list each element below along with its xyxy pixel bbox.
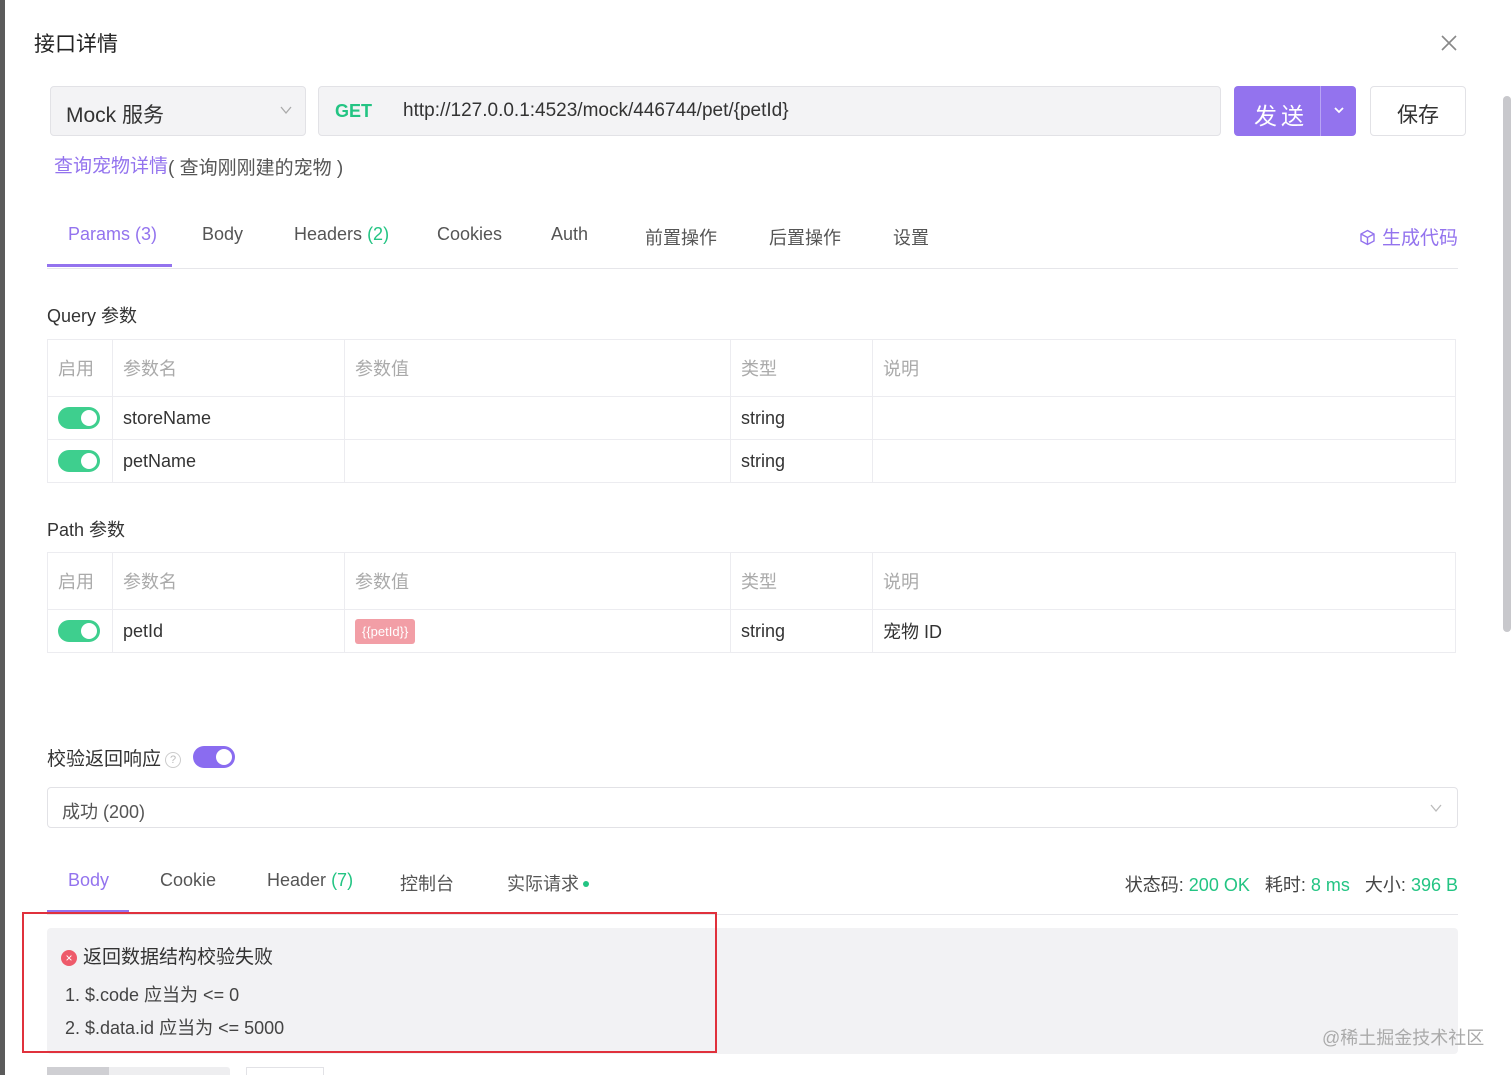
service-select[interactable]: Mock 服务 xyxy=(50,86,306,136)
tab-post-operations[interactable]: 后置操作 xyxy=(769,224,841,250)
column-header: 参数名 xyxy=(112,552,345,610)
window-edge xyxy=(0,0,5,1075)
tab-pre-operations[interactable]: 前置操作 xyxy=(645,224,717,250)
tab-actual-request[interactable]: 实际请求 xyxy=(507,870,589,896)
url-input[interactable]: GET http://127.0.0.1:4523/mock/446744/pe… xyxy=(318,86,1221,136)
query-params-table: 启用 参数名 参数值 类型 说明 storeName string petNam… xyxy=(47,339,1456,483)
dialog-title: 接口详情 xyxy=(34,33,118,56)
response-status: 状态码: 200 OK 耗时: 8 ms 大小: 396 B xyxy=(1124,875,1458,895)
close-icon[interactable] xyxy=(1436,30,1462,56)
response-select-value: 成功 (200) xyxy=(62,802,146,822)
status-code: 200 OK xyxy=(1188,875,1250,895)
param-value-cell[interactable]: {{petId}} xyxy=(344,609,731,653)
chevron-down-icon xyxy=(279,103,293,122)
param-value[interactable] xyxy=(344,396,731,440)
column-header: 说明 xyxy=(872,339,1456,397)
variable-tag: {{petId}} xyxy=(355,618,416,644)
enable-toggle[interactable] xyxy=(58,450,100,473)
tab-settings[interactable]: 设置 xyxy=(893,224,929,250)
column-header: 参数名 xyxy=(112,339,345,397)
send-label: 发送 xyxy=(1254,103,1308,129)
tab-console[interactable]: 控制台 xyxy=(400,870,454,896)
response-select[interactable]: 成功 (200) xyxy=(47,787,1458,828)
path-params-table: 启用 参数名 参数值 类型 说明 petId {{petId}} string … xyxy=(47,552,1456,653)
tab-response-cookie[interactable]: Cookie xyxy=(160,870,216,891)
request-tabs: Params (3) Body Headers (2) Cookies Auth… xyxy=(47,214,1458,269)
tab-cookies[interactable]: Cookies xyxy=(437,224,502,245)
table-row: petId {{petId}} string 宠物 ID xyxy=(47,609,1456,653)
column-header: 说明 xyxy=(872,552,1456,610)
response-tabs: Body Cookie Header (7) 控制台 实际请求 状态码: 200… xyxy=(47,860,1458,915)
tab-response-header[interactable]: Header (7) xyxy=(267,870,353,891)
column-header: 参数值 xyxy=(344,339,731,397)
param-value[interactable] xyxy=(344,439,731,483)
path-section-title: Path 参数 xyxy=(47,520,126,540)
column-header: 启用 xyxy=(47,552,113,610)
tab-params[interactable]: Params (3) xyxy=(68,224,157,245)
response-time: 8 ms xyxy=(1310,875,1350,895)
tab-response-body[interactable]: Body xyxy=(68,870,109,891)
validate-label: 校验返回响应 xyxy=(47,749,162,770)
chevron-down-icon xyxy=(1429,801,1443,820)
generate-code-button[interactable]: 生成代码 xyxy=(1359,223,1458,250)
tab-headers[interactable]: Headers (2) xyxy=(294,224,389,245)
help-icon[interactable]: ? xyxy=(165,752,182,768)
enable-toggle[interactable] xyxy=(58,407,100,430)
table-row: petName string xyxy=(47,439,1456,483)
send-button[interactable]: 发送 xyxy=(1234,86,1356,136)
send-dropdown-chevron-icon[interactable] xyxy=(1332,103,1346,122)
save-label: 保存 xyxy=(1397,104,1439,127)
column-header: 类型 xyxy=(730,339,873,397)
param-name[interactable]: petId xyxy=(112,609,345,653)
cube-icon xyxy=(1360,229,1375,246)
table-row: storeName string xyxy=(47,396,1456,440)
param-name[interactable]: storeName xyxy=(112,396,345,440)
save-button[interactable]: 保存 xyxy=(1370,86,1466,136)
send-divider xyxy=(1320,86,1321,136)
tab-body[interactable]: Body xyxy=(202,224,243,245)
highlight-box xyxy=(22,912,717,1053)
param-desc[interactable]: 宠物 ID xyxy=(872,609,1456,653)
api-name-link[interactable]: 查询宠物详情 xyxy=(54,151,168,178)
column-header: 启用 xyxy=(47,339,113,397)
status-dot xyxy=(583,881,589,887)
scrollbar[interactable] xyxy=(1503,96,1511,632)
bottom-segment-active xyxy=(47,1067,109,1075)
param-type[interactable]: string xyxy=(730,439,873,483)
response-size: 396 B xyxy=(1410,875,1458,895)
active-tab-indicator xyxy=(47,264,172,267)
url-value[interactable]: http://127.0.0.1:4523/mock/446744/pet/{p… xyxy=(403,100,789,122)
param-type[interactable]: string xyxy=(730,609,873,653)
param-desc[interactable] xyxy=(872,396,1456,440)
service-select-value: Mock 服务 xyxy=(66,104,165,127)
api-description: ( 查询刚刚建的宠物 ) xyxy=(168,158,344,179)
watermark: @稀土掘金技术社区 xyxy=(1322,1028,1485,1048)
tab-auth[interactable]: Auth xyxy=(551,224,588,245)
method-label[interactable]: GET xyxy=(335,101,372,122)
param-desc[interactable] xyxy=(872,439,1456,483)
validate-toggle[interactable] xyxy=(193,746,236,768)
bottom-segmented-control[interactable] xyxy=(47,1067,230,1075)
column-header: 类型 xyxy=(730,552,873,610)
param-type[interactable]: string xyxy=(730,396,873,440)
bottom-button[interactable] xyxy=(246,1067,324,1075)
column-header: 参数值 xyxy=(344,552,731,610)
query-section-title: Query 参数 xyxy=(47,306,138,326)
validate-response-row: 校验返回响应? xyxy=(47,744,236,771)
enable-toggle[interactable] xyxy=(58,620,100,643)
param-name[interactable]: petName xyxy=(112,439,345,483)
